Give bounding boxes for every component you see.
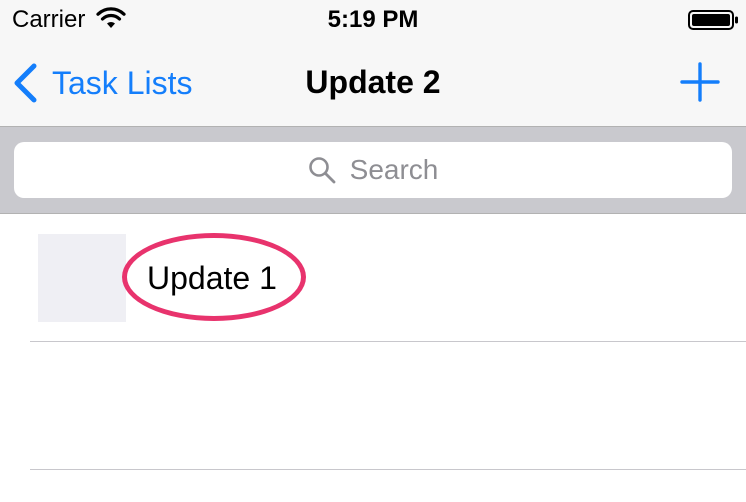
item-thumbnail: [38, 234, 126, 322]
search-input[interactable]: Search: [14, 142, 732, 198]
screen: Carrier 5:19 PM Task Lists Update 2 Sear…: [0, 0, 746, 502]
status-bar: Carrier 5:19 PM: [0, 0, 746, 40]
list-item[interactable]: Update 1: [0, 214, 746, 341]
battery-icon: [688, 10, 738, 30]
empty-row: [0, 342, 746, 469]
navigation-bar: Task Lists Update 2: [0, 40, 746, 127]
plus-icon[interactable]: [678, 60, 722, 104]
status-time: 5:19 PM: [327, 6, 419, 33]
highlight-circle: [122, 233, 306, 321]
task-list: Update 1: [0, 214, 746, 470]
search-placeholder: Search: [349, 154, 439, 185]
page-title: Update 2: [305, 64, 441, 100]
search-icon: [308, 157, 336, 184]
row-separator: [30, 469, 746, 470]
search-bar: Search: [0, 127, 746, 214]
